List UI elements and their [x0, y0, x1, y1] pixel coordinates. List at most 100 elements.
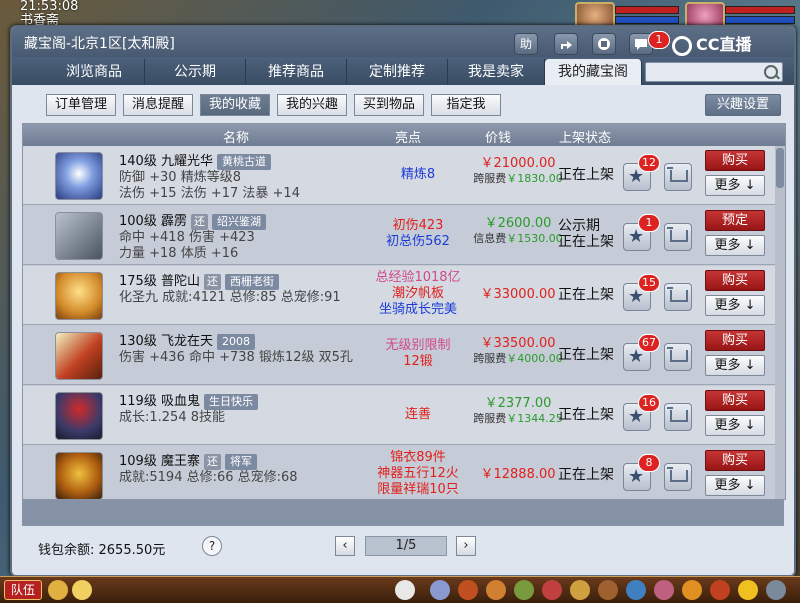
listing-status: 正在上架 [558, 407, 614, 423]
skill-icon[interactable] [430, 580, 450, 600]
more-label: 更多 [714, 298, 741, 313]
fee-label: 跨服费 [473, 172, 507, 185]
map-icon[interactable] [598, 580, 618, 600]
favorite-count-badge: 16 [638, 394, 660, 412]
item-highlight: 无级别限制 [385, 338, 451, 353]
tab-recommend[interactable]: 推荐商品 [246, 59, 347, 85]
arrow-down-icon: ↓ [744, 298, 756, 313]
item-thumbnail[interactable] [55, 272, 103, 320]
next-page-button[interactable]: › [456, 536, 476, 556]
voice-icon[interactable] [48, 580, 68, 600]
scrollbar-thumb[interactable] [776, 148, 784, 188]
item-thumbnail[interactable] [55, 212, 103, 260]
more-button[interactable]: 更多 ↓ [705, 235, 765, 256]
buy-button[interactable]: 购买 [705, 330, 765, 351]
stop-button[interactable] [592, 33, 616, 55]
add-to-cart-button[interactable] [664, 343, 692, 371]
bag-icon[interactable] [458, 580, 478, 600]
listing-status: 公示期 [558, 218, 600, 234]
table-row[interactable]: 100级 霹雳还绍兴鉴湖 命中 +418 伤害 +423 力量 +18 体质 +16… [23, 206, 775, 265]
cart-icon [667, 227, 688, 242]
table-row[interactable]: 130级 飞龙在天 2008 伤害 +436 命中 +738 锻炼12级 双5孔 无级… [23, 326, 775, 385]
share-button[interactable] [554, 33, 578, 55]
subtab-messages[interactable]: 消息提醒 [123, 94, 193, 116]
buy-button[interactable]: 购买 [705, 270, 765, 291]
activity-icon[interactable] [682, 580, 702, 600]
listing-status: 正在上架 [558, 467, 614, 483]
reward-icon[interactable] [710, 580, 730, 600]
wallet-balance: 钱包余额: 2655.50元 [38, 543, 166, 558]
tab-my-pavilion[interactable]: 我的藏宝阁 [545, 59, 642, 85]
arrow-down-icon: ↓ [744, 238, 756, 253]
more-label: 更多 [714, 358, 741, 373]
pet-icon[interactable] [395, 580, 415, 600]
more-button[interactable]: 更多 ↓ [705, 475, 765, 496]
friend-icon[interactable] [570, 580, 590, 600]
help-button[interactable]: 助 [514, 33, 538, 55]
gift-icon[interactable] [486, 580, 506, 600]
table-row[interactable]: 175级 普陀山还西栅老街 化圣九 成就:4121 总修:85 总宠修:91 总经验… [23, 266, 775, 325]
item-thumbnail[interactable] [55, 152, 103, 200]
help-icon[interactable]: ? [202, 536, 222, 556]
share-icon [561, 41, 572, 49]
add-to-cart-button[interactable] [664, 283, 692, 311]
more-button[interactable]: 更多 ↓ [705, 355, 765, 376]
favorite-count-badge: 15 [638, 274, 660, 292]
add-to-cart-button[interactable] [664, 223, 692, 251]
add-to-cart-button[interactable] [664, 163, 692, 191]
table-row[interactable]: 109级 魔王寨还将军 成就:5194 总修:66 总宠修:68 锦衣89件 神器五行… [23, 446, 775, 499]
prev-page-button[interactable]: ‹ [335, 536, 355, 556]
buy-button[interactable]: 购买 [705, 390, 765, 411]
subtab-bought[interactable]: 买到物品 [354, 94, 424, 116]
subtab-assigned[interactable]: 指定我 [431, 94, 501, 116]
system-icon[interactable] [766, 580, 786, 600]
window-title: 藏宝阁-北京1区[太和殿] [24, 36, 175, 52]
tab-public[interactable]: 公示期 [145, 59, 246, 85]
search-icon[interactable] [764, 65, 778, 79]
stop-icon [598, 38, 610, 50]
buy-button[interactable]: 预定 [705, 210, 765, 231]
smile-icon[interactable] [738, 580, 758, 600]
page-indicator: 1/5 [365, 536, 447, 556]
treasure-pavilion-window: 藏宝阁-北京1区[太和殿] 助 1 CC直播 浏览商品 公示期 推荐商品 定制推… [10, 25, 796, 577]
guild-icon[interactable] [626, 580, 646, 600]
more-button[interactable]: 更多 ↓ [705, 175, 765, 196]
tab-custom[interactable]: 定制推荐 [347, 59, 448, 85]
subtab-orders[interactable]: 订单管理 [46, 94, 116, 116]
listing-status: 正在上架 [558, 167, 614, 183]
item-thumbnail[interactable] [55, 392, 103, 440]
item-highlight: 初总伤562 [386, 234, 450, 249]
fee-line: 跨服费￥1830.00 [468, 172, 568, 186]
fee-amount: ￥1344.25 [506, 412, 563, 425]
favorite-count-badge: 12 [638, 154, 660, 172]
buy-button[interactable]: 购买 [705, 450, 765, 471]
more-button[interactable]: 更多 ↓ [705, 415, 765, 436]
tab-browse[interactable]: 浏览商品 [44, 59, 145, 85]
pet-hp-bar [725, 6, 795, 14]
item-thumbnail[interactable] [55, 452, 103, 499]
fee-amount: ￥4000.00 [506, 352, 563, 365]
emote-icon[interactable] [72, 580, 92, 600]
table-row[interactable]: 119级 吸血鬼 生日快乐 成长:1.254 8技能 连善 ￥2377.00 跨服费￥13… [23, 386, 775, 445]
buy-button[interactable]: 购买 [705, 150, 765, 171]
search-input[interactable] [645, 62, 783, 82]
shop-icon[interactable] [654, 580, 674, 600]
mail-icon[interactable] [542, 580, 562, 600]
subtab-favorites[interactable]: 我的收藏 [200, 94, 270, 116]
window-titlebar[interactable]: 藏宝阁-北京1区[太和殿] 助 1 CC直播 [12, 27, 794, 57]
subtab-interests[interactable]: 我的兴趣 [277, 94, 347, 116]
tab-seller[interactable]: 我是卖家 [448, 59, 545, 85]
quest-icon[interactable] [514, 580, 534, 600]
game-bottom-bar: 队伍 [0, 576, 800, 603]
table-scrollbar[interactable] [775, 146, 785, 499]
table-row[interactable]: 140级 九耀光华 黄桃古道 防御 +30 精炼等级8 法伤 +15 法伤 +17 法… [23, 146, 775, 205]
item-thumbnail[interactable] [55, 332, 103, 380]
interest-settings-button[interactable]: 兴趣设置 [705, 94, 781, 116]
add-to-cart-button[interactable] [664, 403, 692, 431]
player-hp-bar [615, 6, 679, 14]
more-button[interactable]: 更多 ↓ [705, 295, 765, 316]
favorites-table: 名称 亮点 价钱 上架状态 140级 九耀光华 黄桃古道 防御 +30 精炼等级8 法… [22, 123, 786, 500]
main-tabs: 浏览商品 公示期 推荐商品 定制推荐 我是卖家 我的藏宝阁 [12, 57, 794, 85]
add-to-cart-button[interactable] [664, 463, 692, 491]
team-button[interactable]: 队伍 [4, 580, 42, 600]
